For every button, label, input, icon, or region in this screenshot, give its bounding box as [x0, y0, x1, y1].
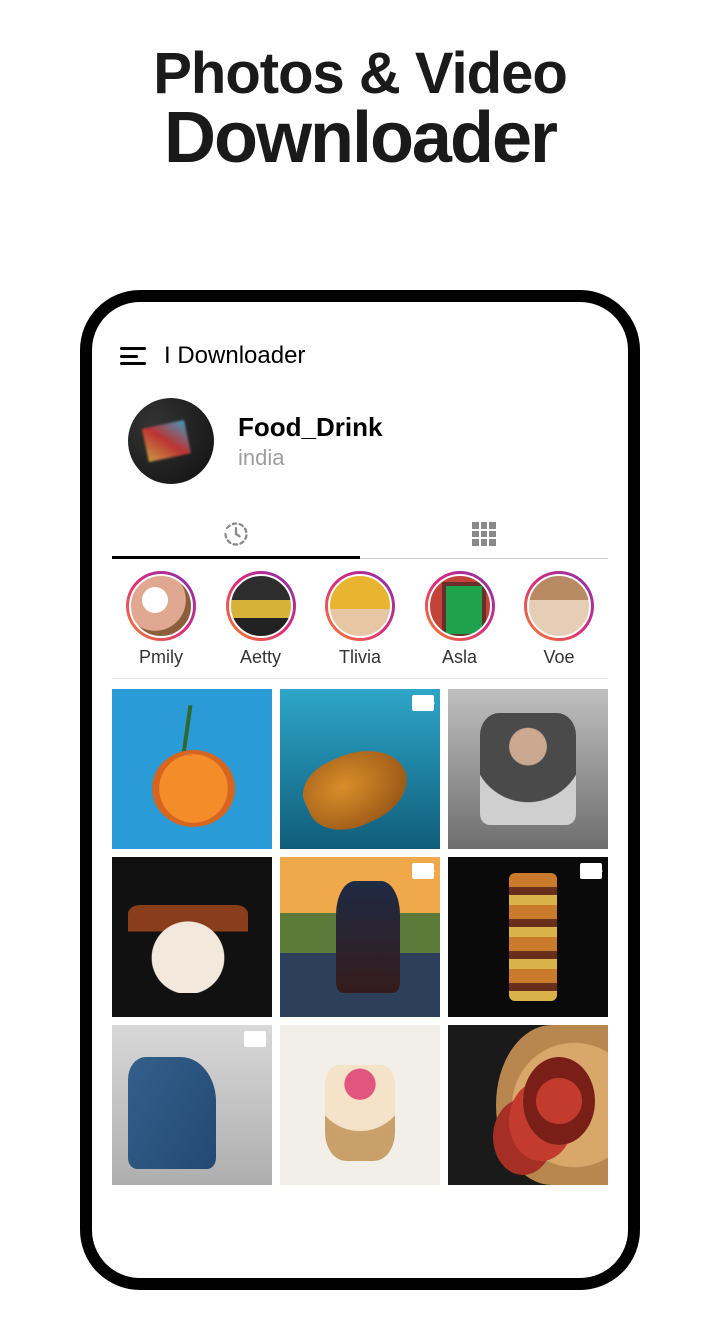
story-avatar [325, 571, 395, 641]
story-label: Pmily [139, 647, 183, 668]
history-icon [222, 520, 250, 548]
tab-grid[interactable] [360, 510, 608, 558]
story-avatar [425, 571, 495, 641]
video-icon [244, 1031, 266, 1047]
tabbar [112, 510, 608, 559]
story-label: Aetty [240, 647, 281, 668]
post-thumbnail[interactable] [448, 857, 608, 1017]
topbar: I Downloader [112, 342, 608, 370]
tab-history[interactable] [112, 510, 360, 558]
posts-grid [112, 689, 608, 1185]
story-label: Asla [442, 647, 477, 668]
story-item[interactable]: Tlivia [315, 571, 405, 668]
post-thumbnail[interactable] [280, 1025, 440, 1185]
phone-frame: I Downloader Food_Drink india [80, 290, 640, 1290]
profile-header: Food_Drink india [112, 398, 608, 484]
post-thumbnail[interactable] [112, 857, 272, 1017]
story-item[interactable]: Aetty [216, 571, 306, 668]
hero-title: Photos & Video Downloader [0, 40, 720, 179]
grid-icon [472, 522, 496, 546]
story-item[interactable]: Asla [415, 571, 505, 668]
post-thumbnail[interactable] [112, 1025, 272, 1185]
hero-line2: Downloader [0, 97, 720, 179]
video-icon [412, 863, 434, 879]
story-avatar [126, 571, 196, 641]
story-label: Voe [543, 647, 574, 668]
story-avatar [524, 571, 594, 641]
story-label: Tlivia [339, 647, 381, 668]
post-thumbnail[interactable] [112, 689, 272, 849]
profile-text: Food_Drink india [238, 412, 382, 471]
phone-content: I Downloader Food_Drink india [92, 302, 628, 1185]
profile-location: india [238, 445, 382, 471]
stories-row: Pmily Aetty Tlivia Asla Voe [112, 559, 608, 679]
menu-icon[interactable] [120, 347, 146, 365]
video-icon [580, 863, 602, 879]
post-thumbnail[interactable] [448, 1025, 608, 1185]
profile-username: Food_Drink [238, 412, 382, 443]
app-title: I Downloader [164, 342, 305, 370]
story-avatar [226, 571, 296, 641]
post-thumbnail[interactable] [280, 689, 440, 849]
profile-avatar[interactable] [128, 398, 214, 484]
story-item[interactable]: Pmily [116, 571, 206, 668]
post-thumbnail[interactable] [448, 689, 608, 849]
post-thumbnail[interactable] [280, 857, 440, 1017]
story-item[interactable]: Voe [514, 571, 604, 668]
video-icon [412, 695, 434, 711]
